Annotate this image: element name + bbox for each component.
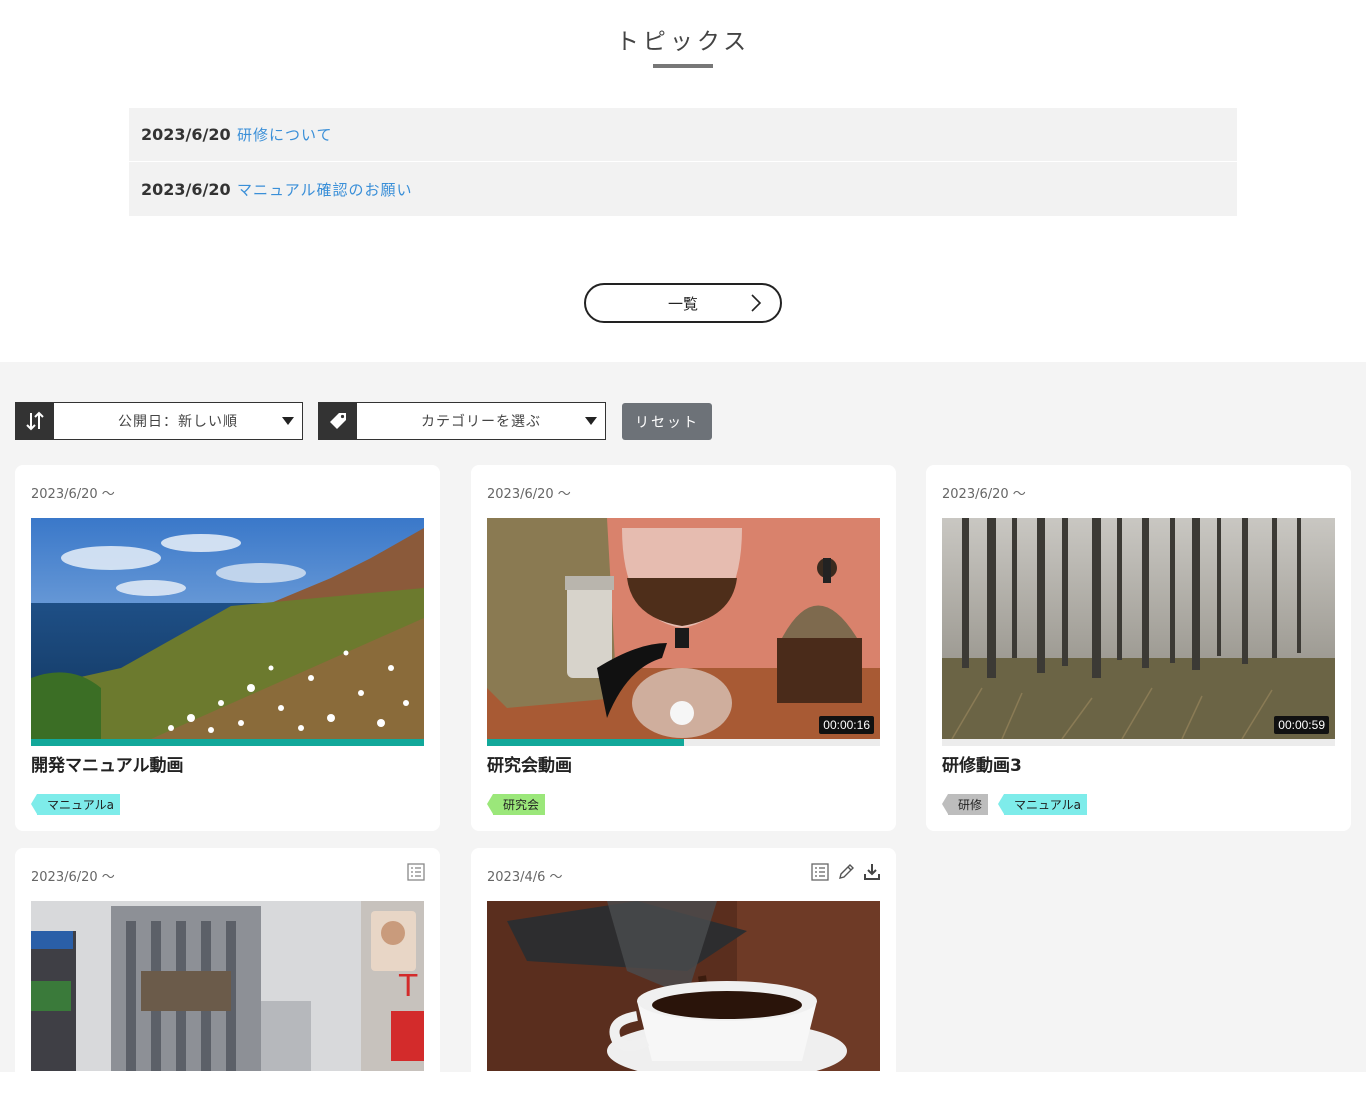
topics-list: 2023/6/20 研修について 2023/6/20 マニュアル確認のお願い xyxy=(129,108,1237,216)
thumbnail[interactable]: T xyxy=(31,901,424,1071)
card-date: 2023/6/20 〜 xyxy=(31,870,115,885)
watch-progress xyxy=(31,739,424,746)
card-actions xyxy=(406,862,426,882)
card-title[interactable]: 研究会動画 xyxy=(487,751,572,776)
svg-text:T: T xyxy=(398,969,418,1004)
tag[interactable]: マニュアルa xyxy=(998,794,1088,815)
card-date: 2023/4/6 〜 xyxy=(487,870,563,885)
caret-down-icon xyxy=(585,417,597,425)
topic-item: 2023/6/20 マニュアル確認のお願い xyxy=(129,162,1237,216)
sort-select[interactable]: 公開日：新しい順 xyxy=(54,402,303,440)
topic-link[interactable]: 研修について xyxy=(237,124,333,145)
video-thumbnail[interactable] xyxy=(31,518,424,739)
thumbnail[interactable] xyxy=(487,901,880,1071)
tag[interactable]: 研修 xyxy=(941,794,989,815)
topics-list-button-label: 一覧 xyxy=(667,294,698,313)
card-title[interactable]: 開発マニュアル動画 xyxy=(31,751,184,776)
download-icon[interactable] xyxy=(862,862,882,882)
topics-section: トピックス 2023/6/20 研修について 2023/6/20 マニュアル確認… xyxy=(0,0,1366,362)
video-thumbnail[interactable]: 00:00:16 xyxy=(487,518,880,739)
category-select[interactable]: カテゴリーを選ぶ xyxy=(357,402,606,440)
video-card[interactable]: 2023/6/20 〜 開発マニュアル動画 マニュアルa xyxy=(15,465,440,831)
video-section: 公開日：新しい順 カテゴリーを選ぶ リセット 2023/6/20 〜 開発マニュ… xyxy=(0,362,1366,1108)
card-date: 2023/6/20 〜 xyxy=(31,487,115,502)
tag-list: 研究会 xyxy=(486,794,546,815)
category-filter: カテゴリーを選ぶ xyxy=(318,402,606,440)
watch-progress xyxy=(942,739,1335,746)
sort-select-value: 公開日：新しい順 xyxy=(118,414,238,430)
topic-date: 2023/6/20 xyxy=(141,179,231,199)
title-underline xyxy=(653,64,713,68)
card-date: 2023/6/20 〜 xyxy=(487,487,571,502)
caret-down-icon xyxy=(282,417,294,425)
video-thumbnail[interactable]: 00:00:59 xyxy=(942,518,1335,739)
card-date: 2023/6/20 〜 xyxy=(942,487,1026,502)
sort-filter: 公開日：新しい順 xyxy=(15,402,303,440)
topic-item: 2023/6/20 研修について xyxy=(129,108,1237,162)
watch-progress-fill xyxy=(31,739,424,746)
topic-date: 2023/6/20 xyxy=(141,125,231,144)
category-select-value: カテゴリーを選ぶ xyxy=(421,414,541,430)
chevron-right-icon xyxy=(751,294,762,312)
document-card[interactable]: 2023/4/6 〜 xyxy=(471,848,896,1108)
sort-arrows-icon xyxy=(15,402,54,440)
list-icon[interactable] xyxy=(810,862,830,882)
watch-progress-fill xyxy=(487,739,684,746)
topic-link[interactable]: マニュアル確認のお願い xyxy=(237,179,413,200)
tag[interactable]: 研究会 xyxy=(486,794,546,815)
document-card[interactable]: 2023/6/20 〜 T xyxy=(15,848,440,1108)
reset-button[interactable]: リセット xyxy=(622,403,712,440)
tag[interactable]: マニュアルa xyxy=(31,794,120,815)
video-duration: 00:00:16 xyxy=(819,716,874,734)
video-duration: 00:00:59 xyxy=(1274,716,1329,734)
list-icon[interactable] xyxy=(406,862,426,882)
topics-title: トピックス xyxy=(615,29,751,55)
tag-icon xyxy=(318,402,357,440)
video-card[interactable]: 2023/6/20 〜 00:00:59 研修動画3 研修 マニュアルa xyxy=(926,465,1351,831)
pencil-icon[interactable] xyxy=(836,862,856,882)
watch-progress xyxy=(487,739,880,746)
card-actions xyxy=(810,862,882,882)
card-title[interactable]: 研修動画3 xyxy=(942,751,1022,776)
tag-list: 研修 マニュアルa xyxy=(941,794,1088,815)
topics-list-button[interactable]: 一覧 xyxy=(584,283,782,323)
video-card[interactable]: 2023/6/20 〜 00:00:16 研究会動画 研究会 xyxy=(471,465,896,831)
tag-list: マニュアルa xyxy=(31,794,120,815)
